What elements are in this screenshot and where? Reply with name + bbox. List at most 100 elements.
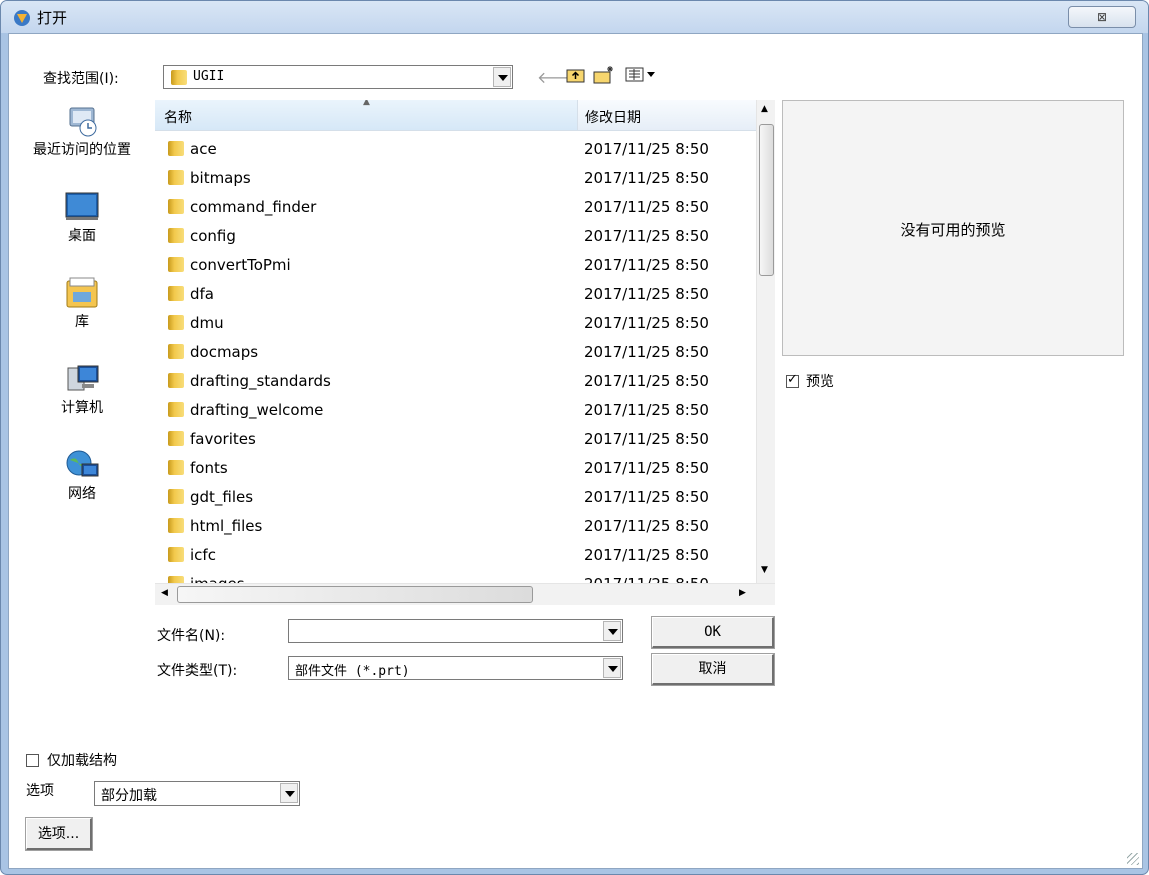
app-icon [14,10,30,26]
cancel-label: 取消 [698,661,727,677]
title-bar[interactable]: 打开 ⊠ [1,1,1148,33]
file-name-text: drafting_standards [190,372,331,390]
open-dialog: 打开 ⊠ 查找范围(I): UGII 🡐 最近访问的位置 桌面 库 计算机 网络… [0,0,1149,875]
folder-icon [168,198,184,214]
place-recent[interactable]: 最近访问的位置 [9,104,155,158]
structure-only-label: 仅加载结构 [47,753,117,769]
filetype-value: 部件文件 (*.prt) [295,664,410,679]
file-row[interactable]: html_files 2017/11/25 8:50 [155,513,755,542]
file-name-text: html_files [190,517,263,535]
sort-ascending-icon: ▲ [363,100,370,107]
file-name-text: docmaps [190,343,259,361]
folder-icon [168,401,184,417]
lookin-value: UGII [193,69,225,84]
file-name: drafting_standards [168,372,331,390]
ok-button[interactable]: OK [651,616,775,649]
place-label: 库 [75,314,89,330]
chevron-down-icon[interactable] [603,621,621,641]
filetype-combo[interactable]: 部件文件 (*.prt) [288,656,623,680]
file-name: drafting_welcome [168,401,323,419]
filename-label: 文件名(N): [157,628,226,644]
file-row[interactable]: docmaps 2017/11/25 8:50 [155,339,755,368]
recent-places-icon [69,107,97,137]
folder-icon [168,430,184,446]
file-date: 2017/11/25 8:50 [584,285,709,303]
new-folder-icon[interactable] [593,65,615,85]
file-row[interactable]: gdt_files 2017/11/25 8:50 [155,484,755,513]
scroll-down-icon[interactable]: ▼ [761,565,768,575]
file-name-text: icfc [190,546,216,564]
place-libraries[interactable]: 库 [9,276,155,330]
file-date: 2017/11/25 8:50 [584,169,709,187]
column-name-label: 名称 [164,110,192,126]
preview-checkbox[interactable] [786,372,799,388]
close-icon: ⊠ [1096,10,1108,24]
column-header-name[interactable]: 名称 ▲ [155,100,577,131]
up-folder-icon[interactable] [566,66,586,84]
filename-input[interactable] [288,619,623,643]
scroll-left-icon[interactable]: ◀ [161,588,168,598]
file-row[interactable]: convertToPmi 2017/11/25 8:50 [155,252,755,281]
place-computer[interactable]: 计算机 [9,362,155,416]
file-row[interactable]: config 2017/11/25 8:50 [155,223,755,252]
file-name: fonts [168,459,228,477]
file-name-text: gdt_files [190,488,254,506]
folder-icon [168,517,184,533]
file-name-text: convertToPmi [190,256,291,274]
file-list[interactable]: 名称 ▲ 修改日期 ace 2017/11/25 8:50 bitmaps 2017/… [155,100,775,605]
file-row[interactable]: drafting_standards 2017/11/25 8:50 [155,368,755,397]
scroll-up-icon[interactable]: ▲ [761,104,768,114]
file-name: command_finder [168,198,316,216]
file-row[interactable]: fonts 2017/11/25 8:50 [155,455,755,484]
network-icon [66,450,99,477]
close-button[interactable]: ⊠ [1068,6,1136,28]
hscroll-thumb[interactable] [177,586,533,603]
column-date-label: 修改日期 [585,110,641,126]
chevron-down-icon[interactable] [280,783,298,803]
file-name-text: favorites [190,430,256,448]
file-row[interactable]: dmu 2017/11/25 8:50 [155,310,755,339]
file-date: 2017/11/25 8:50 [584,401,709,419]
place-label: 最近访问的位置 [33,142,131,158]
structure-only-checkbox[interactable] [26,754,39,767]
file-date: 2017/11/25 8:50 [584,430,709,448]
vertical-scrollbar[interactable]: ▲ ▼ [756,100,775,583]
folder-icon [168,459,184,475]
place-desktop[interactable]: 桌面 [9,190,155,244]
file-name: ace [168,140,217,158]
options-button[interactable]: 选项... [25,817,93,851]
folder-icon [168,256,184,272]
dialog-body: 查找范围(I): UGII 🡐 最近访问的位置 桌面 库 计算机 网络 名称 ▲… [8,33,1143,869]
scroll-right-icon[interactable]: ▶ [739,588,746,598]
place-label: 计算机 [61,400,103,416]
load-options-combo[interactable]: 部分加载 [94,781,300,806]
file-row[interactable]: dfa 2017/11/25 8:50 [155,281,755,310]
file-row[interactable]: ace 2017/11/25 8:50 [155,136,755,165]
folder-icon [168,314,184,330]
folder-icon [168,546,184,562]
resize-grip[interactable] [1127,853,1139,865]
file-row[interactable]: favorites 2017/11/25 8:50 [155,426,755,455]
horizontal-scrollbar[interactable]: ◀ ▶ [155,583,775,605]
place-network[interactable]: 网络 [9,448,155,502]
load-options-value: 部分加载 [101,788,157,804]
view-menu-icon[interactable] [625,67,661,83]
file-row[interactable]: icfc 2017/11/25 8:50 [155,542,755,571]
computer-icon [67,365,99,391]
scroll-thumb[interactable] [759,124,774,276]
file-row[interactable]: command_finder 2017/11/25 8:50 [155,194,755,223]
lookin-combo[interactable]: UGII [163,65,513,89]
file-date: 2017/11/25 8:50 [584,140,709,158]
folder-icon [168,140,184,156]
file-name: dmu [168,314,224,332]
file-name-text: ace [190,140,217,158]
column-header-date[interactable]: 修改日期 [577,100,756,131]
chevron-down-icon[interactable] [603,658,621,678]
file-row[interactable]: bitmaps 2017/11/25 8:50 [155,165,755,194]
file-name: gdt_files [168,488,253,506]
places-bar: 最近访问的位置 桌面 库 计算机 网络 [9,100,155,520]
file-row[interactable]: drafting_welcome 2017/11/25 8:50 [155,397,755,426]
cancel-button[interactable]: 取消 [651,653,775,686]
file-name: dfa [168,285,214,303]
chevron-down-icon[interactable] [493,67,511,87]
